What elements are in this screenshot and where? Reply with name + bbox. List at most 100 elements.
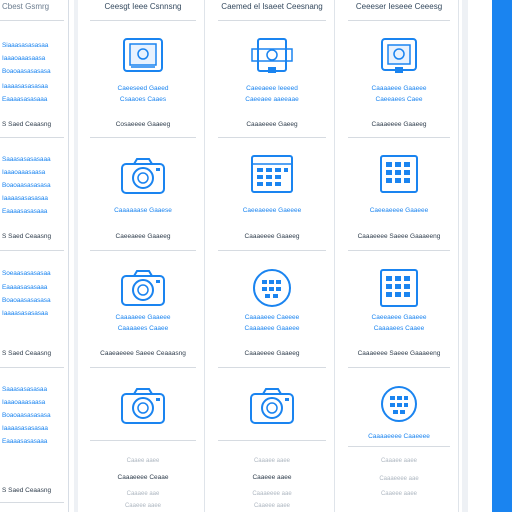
section-label: Caaaeeee Saeee Gaaaeeng [357,350,441,357]
divider [218,137,326,138]
item-caption[interactable]: Caeeaee aaeeaae [210,95,334,105]
left-list-item[interactable]: Iaaaoaaasaasa [2,169,45,176]
divider [0,367,64,368]
section-label: Caaaeeee Gaaeeg [244,350,300,357]
divider [0,137,64,138]
grid-column-1: Ceesgt Ieee Csnnsng Caeeseed Gaeed Csaao… [82,0,205,512]
left-list-item[interactable]: Boaoaasasasasa [2,297,51,304]
left-list-item[interactable]: Boaoaasasasasa [2,68,51,75]
section-label: Caaaeeee Gaeeg [246,121,298,128]
left-list-item[interactable]: Saaasasasasaaa [2,156,51,163]
placeholder-text: Caaeee aaee [380,491,418,497]
item-caption[interactable]: Caaaaees Caaee [82,324,204,334]
divider [90,137,196,138]
section-label: Caaaeeee Gaaeeg [244,233,300,240]
section-label: Caaeee aaee [252,474,292,481]
divider [348,137,450,138]
section-label: Caaaeeee Ceaae [117,474,169,481]
left-list-item[interactable]: Siaaasasasasaa [2,42,48,49]
column-header: Ceeeser Ieseee Ceeesg [355,2,443,11]
divider [90,250,196,251]
divider [90,440,196,441]
frame-icon[interactable] [248,36,296,76]
item-caption[interactable]: Caeeaees Caee [340,95,458,105]
left-list-item[interactable]: Eaaaasasasaaa [2,284,47,291]
grid-column-2: Caemed el Isaeet Ceesnang Caeeaeee Ieeee… [210,0,335,512]
item-caption[interactable]: Caaaaeee Gaaeee [82,313,204,323]
item-caption[interactable]: Caaaaeee Gaaeee [210,324,334,334]
scrollbar[interactable] [492,0,512,512]
frame-icon[interactable] [375,36,423,76]
placeholder-text: Caaaee aaee [380,458,418,464]
left-list-item[interactable]: Iaaaasasasasaa [2,425,48,432]
left-list-item[interactable]: Iaaaoaaasaasa [2,55,45,62]
divider [0,250,64,251]
placeholder-text: Caaaee aae [126,491,160,497]
item-caption[interactable]: Caeeaeee Ieeeed [210,84,334,94]
placeholder-text: Caaaee aaee [253,458,291,464]
left-list-item[interactable]: Iaaaoaaasaasa [2,399,45,406]
grid-icon[interactable] [248,154,296,194]
section-label: Caaaeeee Gaaeeg [371,121,427,128]
left-list-item[interactable]: Iaaaasasasasaa [2,195,48,202]
item-caption[interactable]: Caaaaees Caaee [340,324,458,334]
placeholder-text: Caaaeeee aae [252,491,292,497]
left-list-item[interactable]: Eaaaasasasaaa [2,208,47,215]
item-caption[interactable]: Caeeaeeee Gaaeee [340,206,458,216]
left-group-footer[interactable]: S Saed Ceaasng [2,350,51,357]
left-group-footer[interactable]: S Saed Ceaasng [2,487,51,494]
grid-icon[interactable] [375,268,423,308]
section-label: Caaeaeeee Saeee Ceaaasng [100,350,186,357]
left-list-item[interactable]: Iaaaasasasasaa [2,310,48,317]
item-caption[interactable]: Caaaaeee Caeeee [210,313,334,323]
camera-icon[interactable] [248,386,296,426]
item-caption[interactable]: Caaaaeee Gaaeee [340,84,458,94]
divider [218,20,326,21]
column-gutter [462,0,468,512]
camera-icon[interactable] [119,386,167,426]
left-list-item[interactable]: Saaasasasasaa [2,386,47,393]
item-caption[interactable]: Caaaaeeee Caaeeee [340,432,458,442]
left-list-item[interactable]: Soeaasasasasaa [2,270,51,277]
frame-icon[interactable] [119,36,167,76]
camera-icon[interactable] [119,268,167,308]
camera-icon[interactable] [119,156,167,196]
left-group-footer[interactable]: S Saed Ceaasng [2,121,51,128]
section-label: Caeeaeee Gaaeeg [115,233,171,240]
item-caption[interactable]: Caeeaeee Gaaeee [340,313,458,323]
left-list-item[interactable]: Boaoaasasasasa [2,182,51,189]
grid-icon[interactable] [375,154,423,194]
column-gutter [74,0,78,512]
item-caption[interactable]: Caaaaaase Gaaese [82,206,204,216]
left-group-footer[interactable]: S Saed Ceaasng [2,233,51,240]
left-panel-header: Cbest Gsmrg [2,2,50,11]
divider [90,20,196,21]
left-list-item[interactable]: Eaaaasasasaaa [2,96,47,103]
item-caption[interactable]: Caeeaeeee Gaeeee [210,206,334,216]
placeholder-text: Caaeee aaee [253,503,291,509]
divider [218,440,326,441]
item-caption[interactable]: Csaaoes Caaes [82,95,204,105]
divider [218,367,326,368]
grid-column-3: Ceeeser Ieseee Ceeesg Caaaaeee Gaaeee Ca… [340,0,459,512]
left-list-item[interactable]: Iaaaasasasasaa [2,83,48,90]
globe-icon[interactable] [248,268,296,308]
left-list-item[interactable]: Boaoaasasasasa [2,412,51,419]
placeholder-text: Caaee aaee [126,458,160,464]
divider [348,250,450,251]
divider [348,446,450,447]
left-list-panel: Cbest Gsmrg Siaaasasasasaa Iaaaoaaasaasa… [0,0,69,512]
item-caption[interactable]: Caeeseed Gaeed [82,84,204,94]
placeholder-text: Caaaeeee aae [379,476,419,482]
divider [348,20,450,21]
section-label: Caaaeeee Saeee Gaaaeeng [357,233,441,240]
divider [348,367,450,368]
left-list-item[interactable]: Eaaaasasasaaa [2,438,47,445]
globe-icon[interactable] [375,384,423,424]
column-header: Caemed el Isaeet Ceesnang [221,2,323,11]
divider [0,20,64,21]
divider [0,502,64,503]
divider [218,250,326,251]
column-header: Ceesgt Ieee Csnnsng [104,2,182,11]
placeholder-text: Caaeee aaee [124,503,162,509]
